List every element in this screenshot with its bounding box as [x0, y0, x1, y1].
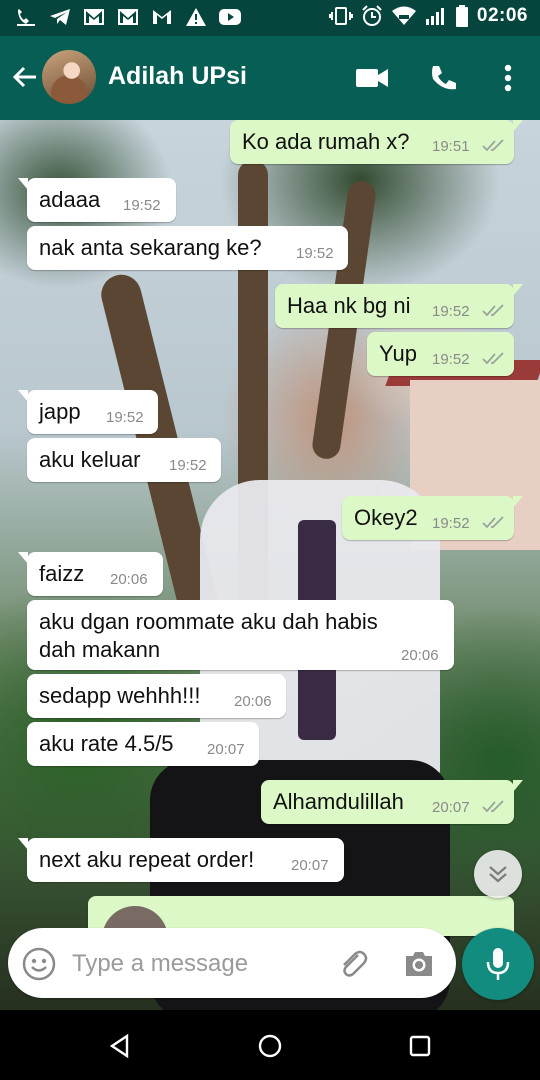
chat-area[interactable]: Ko ada rumah x? 19:51 adaaa 19:52 nak an…: [0, 120, 540, 1010]
wifi-calling-icon: [14, 6, 38, 28]
more-vert-icon[interactable]: [488, 58, 528, 98]
message-composer: Type a message: [8, 928, 456, 998]
message-incoming[interactable]: aku keluar 19:52: [27, 438, 221, 482]
message-outgoing[interactable]: Ko ada rumah x? 19:51: [230, 120, 523, 164]
message-incoming[interactable]: sedapp wehhh!!! 20:06: [27, 674, 286, 718]
gmail-icon: [116, 6, 140, 28]
chat-header: Adilah UPsi: [0, 36, 540, 120]
system-status: 02:06: [328, 5, 528, 27]
nav-back-icon[interactable]: [102, 1028, 138, 1064]
nav-recents-icon[interactable]: [402, 1028, 438, 1064]
battery-icon: [455, 5, 468, 27]
double-chevron-down-icon: [489, 866, 507, 883]
alarm-icon: [362, 5, 382, 26]
mic-icon: [486, 948, 510, 980]
message-incoming[interactable]: aku dgan roommate aku dah habis dah maka…: [27, 600, 454, 670]
status-bar: 02:06: [0, 0, 540, 36]
signal-icon: [425, 8, 444, 25]
read-receipt-icon: [482, 139, 504, 152]
wifi-icon: [391, 6, 416, 25]
message-outgoing[interactable]: Alhamdulillah 20:07: [261, 780, 523, 824]
system-nav-bar: [0, 1010, 540, 1080]
read-receipt-icon: [482, 352, 504, 365]
emoji-icon[interactable]: [22, 947, 56, 981]
message-incoming[interactable]: next aku repeat order! 20:07: [18, 838, 344, 882]
message-incoming[interactable]: faizz 20:06: [18, 552, 163, 596]
message-incoming[interactable]: aku rate 4.5/5 20:07: [27, 722, 259, 766]
read-receipt-icon: [482, 800, 504, 813]
phone-icon[interactable]: [424, 58, 464, 98]
youtube-icon: [218, 6, 242, 28]
camera-icon[interactable]: [402, 947, 436, 981]
read-receipt-icon: [482, 304, 504, 317]
nav-home-icon[interactable]: [252, 1028, 288, 1064]
message-input[interactable]: Type a message: [72, 950, 248, 978]
message-incoming[interactable]: japp 19:52: [18, 390, 158, 434]
scroll-to-bottom-button[interactable]: [474, 850, 522, 898]
video-call-icon[interactable]: [352, 58, 392, 98]
notification-icons: [14, 6, 242, 28]
read-receipt-icon: [482, 516, 504, 529]
vibrate-icon: [328, 7, 353, 25]
back-arrow-icon[interactable]: [10, 62, 40, 92]
message-outgoing[interactable]: Okey2 19:52: [342, 496, 523, 540]
message-incoming[interactable]: nak anta sekarang ke? 19:52: [27, 226, 348, 270]
gmail-icon: [82, 6, 106, 28]
telegram-icon: [48, 6, 72, 28]
message-outgoing[interactable]: Yup 19:52: [367, 332, 514, 376]
voice-message-button[interactable]: [462, 928, 534, 1000]
message-incoming[interactable]: adaaa 19:52: [18, 178, 176, 222]
attach-icon[interactable]: [336, 947, 370, 981]
message-outgoing[interactable]: Haa nk bg ni 19:52: [275, 284, 523, 328]
warning-icon: [184, 6, 208, 28]
contact-avatar[interactable]: [42, 50, 96, 104]
gmail-icon: [150, 6, 174, 28]
contact-name[interactable]: Adilah UPsi: [108, 62, 247, 91]
clock: 02:06: [476, 5, 528, 26]
